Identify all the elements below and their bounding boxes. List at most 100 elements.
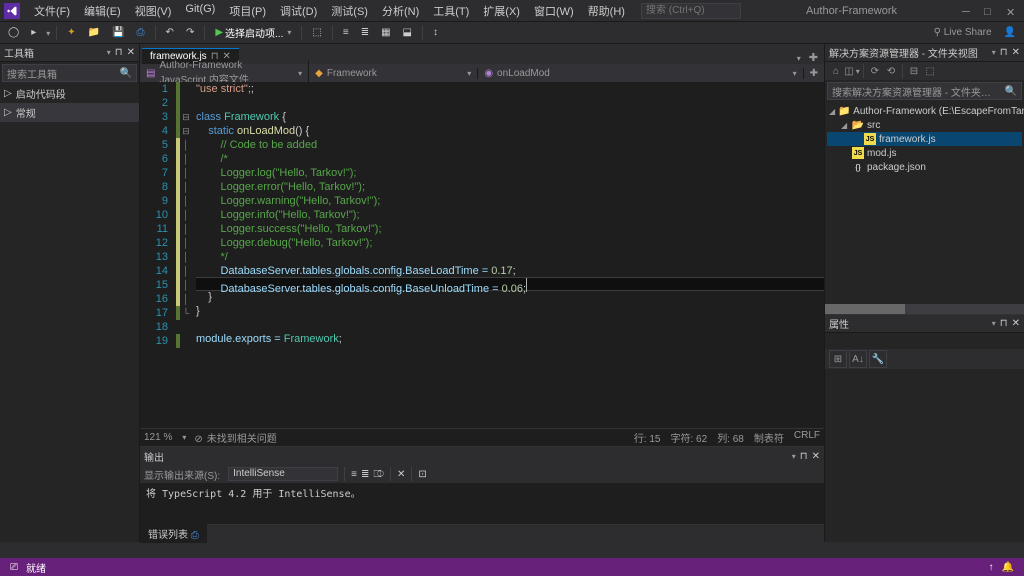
breadcrumb-split[interactable]: ✚ (804, 68, 824, 79)
menu-help[interactable]: 帮助(H) (582, 1, 631, 21)
out-icon-3[interactable]: ⎄ (373, 469, 384, 480)
menu-window[interactable]: 窗口(W) (528, 1, 580, 21)
menu-extensions[interactable]: 扩展(X) (477, 1, 526, 21)
code-editor[interactable]: 1 2 3 4 5 6 7 8 9 10 11 12 13 14 15 16 1… (140, 82, 824, 428)
main-menu: 文件(F) 编辑(E) 视图(V) Git(G) 项目(P) 调试(D) 测试(… (28, 1, 631, 21)
save-all-button[interactable]: ⎙ (133, 26, 149, 39)
output-source-select[interactable]: IntelliSense (228, 467, 338, 481)
char-indicator: 字符: 62 (671, 430, 708, 445)
sol-showall-icon[interactable]: ⬚ (923, 64, 937, 78)
prop-alpha-icon[interactable]: A↓ (849, 350, 867, 368)
output-dropdown[interactable] (790, 451, 796, 462)
tabs-overflow[interactable] (791, 52, 805, 64)
sol-view-icon[interactable]: ◫ (845, 64, 859, 78)
nav-dropdown[interactable] (44, 27, 50, 39)
output-header: 输出 ⊓ ✕ (140, 447, 824, 465)
properties-close-icon[interactable]: ✕ (1012, 318, 1020, 329)
search-input[interactable] (641, 3, 741, 19)
status-notifications[interactable]: 🔔 (998, 562, 1018, 573)
menu-view[interactable]: 视图(V) (129, 1, 178, 21)
output-close-icon[interactable]: ✕ (812, 451, 820, 462)
run-button[interactable]: ▶ 选择启动项... (211, 24, 295, 41)
vs-logo[interactable] (4, 3, 20, 19)
properties-pin-icon[interactable]: ⊓ (1000, 318, 1008, 329)
toolbox-search[interactable]: 搜索工具箱 🔍 (2, 64, 137, 82)
zoom-level[interactable]: 121 % (144, 432, 172, 443)
menu-git[interactable]: Git(G) (179, 1, 221, 21)
tb-icon-2[interactable]: ≡ (339, 26, 353, 39)
sol-sync-icon[interactable]: ⟳ (868, 64, 882, 78)
menu-debug[interactable]: 调试(D) (274, 1, 323, 21)
menu-test[interactable]: 测试(S) (325, 1, 374, 21)
menu-file[interactable]: 文件(F) (28, 1, 76, 21)
out-icon-1[interactable]: ≡ (351, 469, 357, 480)
back-button[interactable]: ◯ (4, 26, 23, 39)
redo-button[interactable]: ↷ (182, 26, 198, 39)
solution-dropdown[interactable] (990, 47, 996, 58)
line-gutter: 1 2 3 4 5 6 7 8 9 10 11 12 13 14 15 16 1… (140, 82, 176, 428)
toolbox-close-icon[interactable]: ✕ (127, 47, 135, 58)
tb-icon-6[interactable]: ↕ (429, 26, 442, 39)
toolbox-pin-icon[interactable]: ⊓ (115, 47, 123, 58)
status-bar: ⎚ 就绪 ↑ 🔔 (0, 558, 1024, 576)
tb-icon-3[interactable]: ≣ (357, 26, 373, 39)
new-item-button[interactable]: ✦ (63, 26, 79, 39)
out-icon-2[interactable]: ≣ (361, 469, 369, 480)
solution-src-folder[interactable]: ◢📂 src (827, 118, 1022, 132)
fold-gutter[interactable]: ⊟⊟ ││││ ││││ ││││ └ (180, 82, 192, 428)
account-button[interactable]: 👤 (1000, 26, 1020, 39)
line-indicator: 行: 15 (634, 430, 661, 445)
sol-refresh-icon[interactable]: ⟲ (884, 64, 898, 78)
eol-indicator[interactable]: CRLF (794, 430, 820, 445)
tb-icon-5[interactable]: ⬓ (399, 26, 416, 39)
code-content[interactable]: "use strict";; class Framework { static … (192, 82, 824, 428)
maximize-button[interactable]: □ (984, 6, 994, 16)
output-pin-icon[interactable]: ⊓ (800, 451, 808, 462)
sol-collapse-icon[interactable]: ⊟ (907, 64, 921, 78)
minimize-button[interactable]: ─ (962, 6, 972, 16)
prop-categorize-icon[interactable]: ⊞ (829, 350, 847, 368)
search-icon: 🔍 (120, 68, 132, 79)
solution-scrollbar[interactable] (825, 304, 1024, 314)
undo-button[interactable]: ↶ (162, 26, 178, 39)
tb-icon-4[interactable]: ▦ (377, 26, 394, 39)
solution-search[interactable]: 搜索解决方案资源管理器 - 文件夹视图(Ctrl+;) 🔍 (827, 82, 1022, 100)
tabs-plus[interactable]: ✚ (805, 51, 822, 64)
save-button[interactable]: 💾 (108, 26, 128, 39)
toolbox-dropdown[interactable] (105, 47, 111, 58)
out-icon-5[interactable]: ⊡ (418, 469, 426, 480)
open-button[interactable]: 📁 (84, 26, 104, 39)
solution-root[interactable]: ◢📁 Author-Framework (E:\EscapeFromTarkov… (827, 104, 1022, 118)
solution-mod-js[interactable]: JS mod.js (827, 146, 1022, 160)
solution-framework-js[interactable]: JS framework.js (827, 132, 1022, 146)
menu-edit[interactable]: 编辑(E) (78, 1, 127, 21)
solution-explorer: 解决方案资源管理器 - 文件夹视图 ⊓ ✕ ⌂ ◫ ⟳ ⟲ ⊟ ⬚ 搜索解决方案… (824, 44, 1024, 542)
properties-dropdown[interactable] (990, 318, 996, 329)
status-source-control[interactable]: ↑ (985, 562, 998, 573)
window-title: Author-Framework (741, 5, 962, 17)
menu-tools[interactable]: 工具(T) (427, 1, 475, 21)
toolbox-item-general[interactable]: ▷ 常规 (0, 103, 139, 122)
menu-analyze[interactable]: 分析(N) (376, 1, 425, 21)
live-share-button[interactable]: ⚲ Live Share (930, 27, 996, 38)
tb-icon-1[interactable]: ⬚ (308, 26, 325, 39)
prop-events-icon[interactable]: 🔧 (869, 350, 887, 368)
titlebar: 文件(F) 编辑(E) 视图(V) Git(G) 项目(P) 调试(D) 测试(… (0, 0, 1024, 22)
out-icon-4[interactable]: ✕ (397, 469, 405, 480)
toolbox-item-snippets[interactable]: ▷ 启动代码段 (0, 84, 139, 103)
status-output-icon[interactable]: ⎚ (6, 562, 22, 573)
solution-close-icon[interactable]: ✕ (1012, 47, 1020, 58)
sol-home-icon[interactable]: ⌂ (829, 64, 843, 78)
breadcrumb-class[interactable]: ◆ Framework (309, 68, 478, 79)
issues-indicator[interactable]: 未找到相关问题 (194, 430, 276, 445)
solution-package-json[interactable]: {} package.json (827, 160, 1022, 174)
solution-pin-icon[interactable]: ⊓ (1000, 47, 1008, 58)
indent-indicator[interactable]: 制表符 (754, 430, 784, 445)
tab-error-list[interactable]: 错误列表 ⎙ (140, 524, 207, 543)
breadcrumb-bar: ▤ Author-Framework JavaScript 内容文件 ◆ Fra… (140, 64, 824, 82)
breadcrumb-method[interactable]: ◉ onLoadMod (478, 68, 803, 79)
main-toolbar: ◯ ▸ ✦ 📁 💾 ⎙ ↶ ↷ ▶ 选择启动项... ⬚ ≡ ≣ ▦ ⬓ ↕ ⚲… (0, 22, 1024, 44)
forward-button[interactable]: ▸ (27, 26, 40, 39)
close-button[interactable]: ✕ (1006, 6, 1016, 16)
menu-project[interactable]: 项目(P) (223, 1, 272, 21)
